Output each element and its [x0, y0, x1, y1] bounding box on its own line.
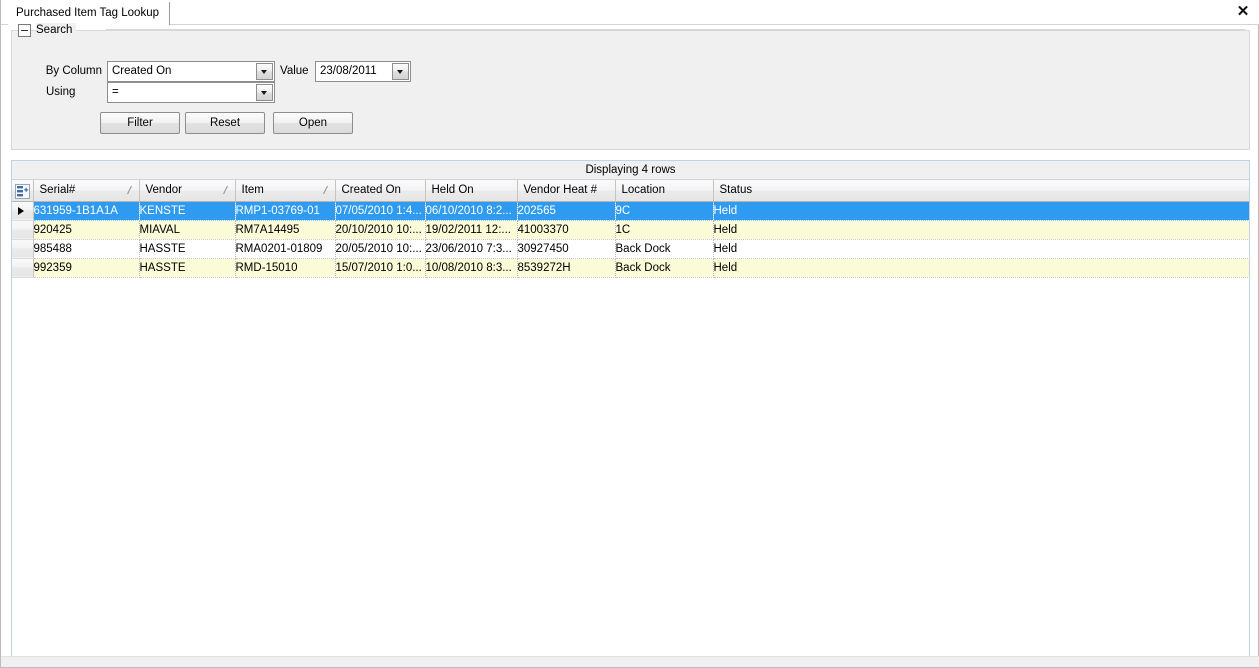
table-cell-serial[interactable]: 920425 [33, 220, 140, 240]
table-cell-vendor[interactable]: MIAVAL [139, 220, 236, 240]
by-column-label: By Column [45, 65, 102, 77]
group-divider [106, 29, 1245, 30]
chevron-down-icon[interactable] [256, 63, 273, 80]
column-header-held-on[interactable]: Held On [425, 180, 518, 202]
table-cell-serial[interactable]: 631959-1B1A1A [33, 201, 140, 221]
table-header: Serial# Vendor Item Created On Held On Vendor… [12, 180, 1249, 202]
table-cell-item[interactable]: RMD-15010 [235, 258, 336, 278]
table-cell-created-on[interactable]: 15/07/2010 1:0... [335, 258, 426, 278]
table-cell-location[interactable]: Back Dock [615, 239, 714, 259]
table-cell-status[interactable]: Held [713, 258, 1249, 278]
column-chooser-icon [14, 183, 30, 199]
table-cell-created-on[interactable]: 07/05/2010 1:4... [335, 201, 426, 221]
current-row-arrow-icon [18, 206, 24, 215]
column-header-vendor-heat[interactable]: Vendor Heat # [517, 180, 616, 202]
table-cell-vendor-heat[interactable]: 41003370 [517, 220, 616, 240]
table-cell-vendor-heat[interactable]: 30927450 [517, 239, 616, 259]
sort-indicator-icon[interactable] [221, 185, 230, 195]
window-bottom-edge [1, 656, 1259, 667]
table-cell-serial[interactable]: 985488 [33, 239, 140, 259]
table-cell-vendor[interactable]: KENSTE [139, 201, 236, 221]
value-select[interactable]: 23/08/2011 [315, 61, 411, 82]
grid-empty-area [12, 292, 1249, 656]
table-row[interactable]: 920425 MIAVAL RM7A14495 20/10/2010 10:... 19… [12, 220, 1249, 240]
row-header-cell[interactable] [12, 239, 34, 259]
chevron-down-icon[interactable] [256, 84, 273, 101]
grid-corner-button[interactable] [12, 180, 34, 202]
row-header-cell[interactable] [12, 201, 34, 221]
table-cell-item[interactable]: RMA0201-01809 [235, 239, 336, 259]
column-header-status[interactable]: Status [713, 180, 1249, 202]
sort-indicator-icon[interactable] [321, 185, 330, 195]
sort-indicator-icon[interactable] [125, 185, 134, 195]
table-cell-serial[interactable]: 992359 [33, 258, 140, 278]
column-header-location[interactable]: Location [615, 180, 714, 202]
table-cell-vendor[interactable]: HASSTE [139, 239, 236, 259]
column-header-label: Serial# [39, 184, 76, 197]
table-cell-item[interactable]: RM7A14495 [235, 220, 336, 240]
column-header-created-on[interactable]: Created On [335, 180, 426, 202]
table-body: 631959-1B1A1A KENSTE RMP1-03769-01 07/05/20… [12, 201, 1249, 278]
column-header-serial[interactable]: Serial# [33, 180, 140, 202]
table-cell-vendor-heat[interactable]: 8539272H [517, 258, 616, 278]
value-field-value: 23/08/2011 [320, 65, 377, 77]
search-group-box: Search By Column Created On Value 23/08/… [11, 23, 1250, 150]
grid-status-bar: Displaying 4 rows [12, 161, 1249, 180]
by-column-select[interactable]: Created On [107, 61, 275, 82]
column-header-label: Created On [341, 184, 401, 197]
close-icon[interactable]: ✕ [1233, 2, 1253, 22]
table-row[interactable]: 992359 HASSTE RMD-15010 15/07/2010 1:0... 10… [12, 258, 1249, 278]
value-label: Value [280, 65, 309, 77]
table-cell-item[interactable]: RMP1-03769-01 [235, 201, 336, 221]
table-cell-held-on[interactable]: 19/02/2011 12:... [425, 220, 518, 240]
reset-button[interactable]: Reset [185, 112, 265, 134]
table-cell-location[interactable]: 9C [615, 201, 714, 221]
using-value: = [112, 86, 119, 98]
column-header-label: Location [621, 184, 665, 197]
table-cell-vendor[interactable]: HASSTE [139, 258, 236, 278]
column-header-label: Vendor Heat # [523, 184, 598, 197]
results-grid-panel: Displaying 4 rows Serial# Vendor Item Creat… [11, 160, 1250, 657]
table-cell-status[interactable]: Held [713, 239, 1249, 259]
open-button[interactable]: Open [273, 112, 353, 134]
column-header-item[interactable]: Item [235, 180, 336, 202]
using-select[interactable]: = [107, 82, 275, 103]
table-cell-location[interactable]: 1C [615, 220, 714, 240]
table-cell-held-on[interactable]: 10/08/2010 8:3... [425, 258, 518, 278]
by-column-value: Created On [112, 65, 172, 77]
table-cell-held-on[interactable]: 23/06/2010 7:3... [425, 239, 518, 259]
table-cell-location[interactable]: Back Dock [615, 258, 714, 278]
table-cell-held-on[interactable]: 06/10/2010 8:2... [425, 201, 518, 221]
results-table: Serial# Vendor Item Created On Held On Vendor… [12, 180, 1249, 278]
column-header-label: Held On [431, 184, 474, 197]
grid-body[interactable]: Serial# Vendor Item Created On Held On Vendor… [12, 180, 1249, 656]
table-cell-created-on[interactable]: 20/05/2010 10:... [335, 239, 426, 259]
chevron-down-icon[interactable] [392, 63, 409, 80]
table-cell-created-on[interactable]: 20/10/2010 10:... [335, 220, 426, 240]
row-header-cell[interactable] [12, 220, 34, 240]
filter-button[interactable]: Filter [100, 112, 180, 134]
column-header-label: Status [719, 184, 753, 197]
table-cell-vendor-heat[interactable]: 202565 [517, 201, 616, 221]
search-group-label: Search [36, 23, 77, 37]
table-cell-status[interactable]: Held [713, 220, 1249, 240]
table-row[interactable]: 985488 HASSTE RMA0201-01809 20/05/2010 10:.… [12, 239, 1249, 259]
using-label: Using [46, 86, 76, 98]
search-group-header[interactable]: Search [18, 22, 77, 38]
column-header-vendor[interactable]: Vendor [139, 180, 236, 202]
tab-strip: Purchased Item Tag Lookup ✕ [1, 0, 1259, 25]
collapse-icon[interactable] [18, 23, 31, 37]
application-window: Purchased Item Tag Lookup ✕ Search By Co… [0, 0, 1259, 668]
table-cell-status[interactable]: Held [713, 201, 1249, 221]
row-header-cell[interactable] [12, 258, 34, 278]
table-row[interactable]: 631959-1B1A1A KENSTE RMP1-03769-01 07/05/20… [12, 201, 1249, 221]
